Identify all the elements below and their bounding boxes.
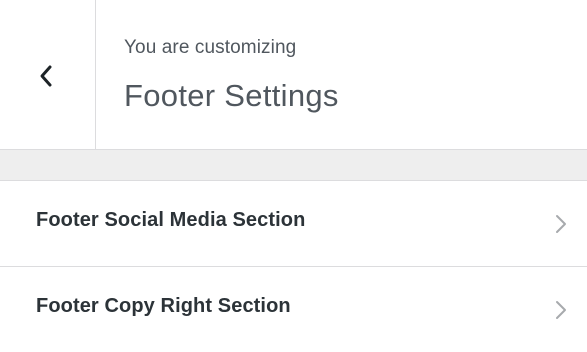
back-button[interactable] (0, 0, 96, 149)
section-footer-social-media[interactable]: Footer Social Media Section (0, 180, 587, 266)
customizing-info: You are customizing Footer Settings (124, 36, 339, 115)
chevron-right-icon (556, 215, 566, 233)
section-label: Footer Social Media Section (36, 209, 306, 231)
section-divider (0, 150, 587, 180)
panel-header: You are customizing Footer Settings (0, 0, 587, 150)
section-list: Footer Social Media Section Footer Copy … (0, 180, 587, 352)
chevron-left-icon (40, 65, 52, 87)
customizer-panel: You are customizing Footer Settings Foot… (0, 0, 587, 328)
panel-title: Footer Settings (124, 78, 339, 113)
section-label: Footer Copy Right Section (36, 295, 291, 317)
section-footer-copy-right[interactable]: Footer Copy Right Section (0, 266, 587, 352)
customizing-label: You are customizing (124, 37, 297, 58)
chevron-right-icon (556, 301, 566, 319)
